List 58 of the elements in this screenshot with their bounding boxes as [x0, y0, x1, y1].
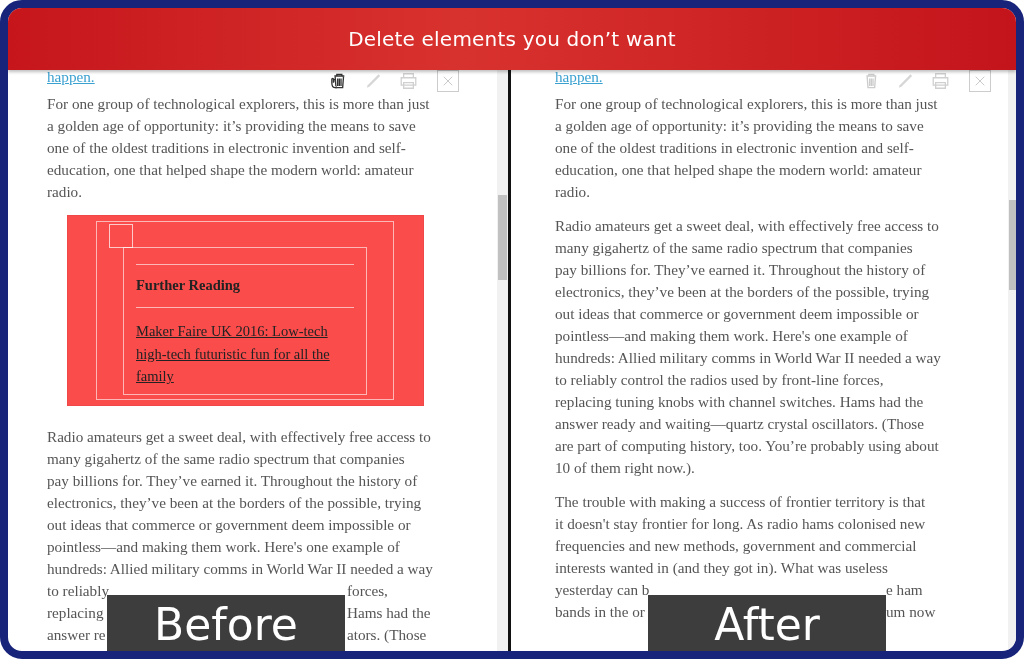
paragraph-line: pointless—and making them work. Here's one example of — [47, 536, 400, 557]
paragraph-line: bands in the or — [555, 602, 645, 622]
paragraph-line: pointless—and making them work. Here's one example of — [555, 326, 908, 346]
paragraph-line: replacing tuning knobs with channel switches. Hams had the — [555, 392, 924, 412]
callout-link[interactable]: Maker Faire UK 2016: Low-tech high-tech futuristic fun for all the family — [136, 320, 354, 388]
comparison-label: After — [648, 595, 886, 651]
article-link[interactable]: happen. — [47, 70, 95, 84]
paragraph-line: Hams had the — [347, 602, 431, 623]
paragraph-line: a golden age of opportunity: it’s providing the means to save — [47, 116, 416, 136]
paragraph-line: it doesn't stay frontier for long. As radio hams colonised new — [555, 514, 926, 534]
paragraph-line: answer re — [47, 624, 106, 645]
paragraph-line: many gigahertz of the same radio spectrum that companies — [555, 238, 913, 258]
corner-square — [109, 224, 133, 248]
paragraph-line: For one group of technological explorers, this is more than just — [555, 94, 938, 114]
paragraph-line: one of the oldest traditions in electronic invention and self- — [555, 138, 914, 158]
paragraph-line: electronics, they’ve been at the borders of the possible, trying — [555, 282, 930, 302]
paragraph-line: e ham — [886, 580, 923, 600]
scrollbar[interactable] — [497, 70, 508, 651]
paragraph-line: forces, — [347, 580, 388, 601]
paragraph-line: replacing — [47, 602, 104, 623]
paragraph-line: ators. (Those — [347, 624, 427, 645]
paragraph-line: education, one that helped shape the modern world: amateur — [555, 160, 922, 180]
paragraph-line: Radio amateurs get a sweet deal, with effectively free access to — [47, 426, 431, 447]
paragraph-line: answer ready and waiting—quartz crystal oscillators. (Those — [555, 414, 925, 434]
paragraph-line: education, one that helped shape the modern world: amateur — [47, 160, 414, 180]
close-button[interactable] — [437, 70, 459, 92]
paragraph-line: hundreds: Allied military comms in World War II needed a way — [47, 558, 433, 579]
paragraph-line: The trouble with making a success of frontier territory is that — [555, 492, 926, 512]
paragraph-line: 10 of them right now.). — [555, 458, 695, 478]
paragraph-line: one of the oldest traditions in electronic invention and self- — [47, 138, 406, 158]
paragraph-line: interests wanted in (and they got in). What was useless — [555, 558, 888, 578]
paragraph-line: electronics, they’ve been at the borders of the possible, trying — [47, 492, 422, 513]
paragraph-line: Radio amateurs get a sweet deal, with effectively free access to — [555, 216, 939, 236]
paragraph-line: pay billions for. They’ve earned it. Throughout the history of — [555, 260, 926, 280]
callout-heading: Further Reading — [136, 276, 241, 295]
scrollbar[interactable] — [1008, 70, 1016, 651]
further-reading-box[interactable]: Further Reading Maker Faire UK 2016: Low-tech high-tech futuristic fun for all the family — [67, 215, 424, 406]
printer-icon[interactable] — [398, 71, 419, 91]
header-title: Delete elements you don’t want — [348, 27, 676, 51]
paragraph-line: to reliably control the radios used by front-line forces, — [555, 370, 884, 390]
paragraph-line: yesterday can b — [555, 580, 650, 600]
close-button[interactable] — [969, 70, 991, 92]
paragraph-line: um now — [886, 602, 936, 622]
paragraph-line: to reliably — [47, 580, 109, 601]
paragraph-line: many gigahertz of the same radio spectrum that companies — [47, 448, 405, 469]
paragraph-line: hundreds: Allied military comms in World War II needed a way — [555, 348, 941, 368]
paragraph-line: out ideas that commerce or government deem impossible or — [47, 514, 411, 535]
paragraph-line: pay billions for. They’ve earned it. Throughout the history of — [47, 470, 418, 491]
paragraph-line: frequencies and new methods, government and commercial — [555, 536, 917, 556]
paragraph-line: are part of computing history, too. You’re probably using about — [555, 436, 939, 456]
comparison-label: Before — [107, 595, 345, 651]
paragraph-line: radio. — [555, 182, 590, 202]
printer-icon[interactable] — [930, 71, 951, 91]
paragraph-line: For one group of technological explorers, this is more than just — [47, 94, 430, 114]
paragraph-line: radio. — [47, 182, 82, 202]
article-link[interactable]: happen. — [555, 70, 603, 84]
paragraph-line: out ideas that commerce or government deem impossible or — [555, 304, 919, 324]
paragraph-line: a golden age of opportunity: it’s providing the means to save — [555, 116, 924, 136]
